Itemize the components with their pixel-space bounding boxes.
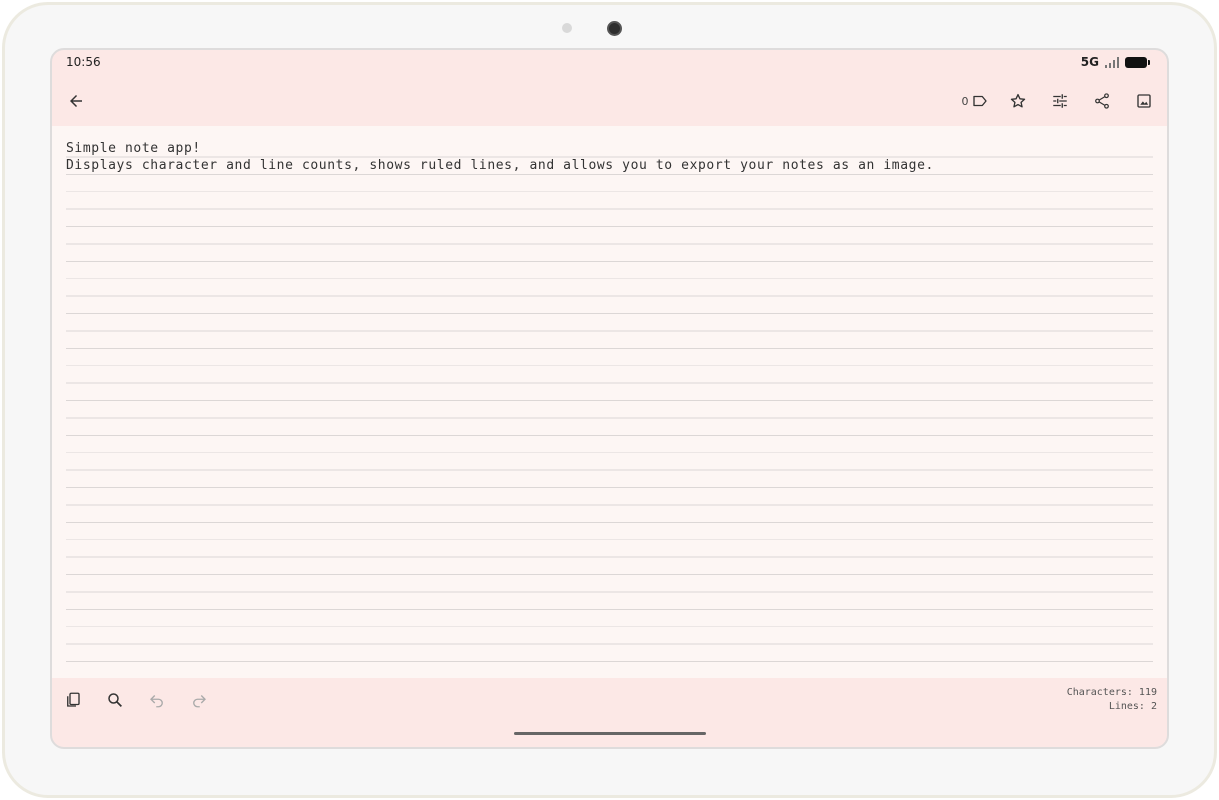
share-button[interactable]: [1088, 87, 1116, 115]
battery-icon: [1125, 56, 1150, 68]
app-screen: 10:56 5G 0 Simple note app! Displays cha…: [50, 48, 1169, 749]
ruled-lines: [66, 140, 1153, 676]
status-time: 10:56: [66, 55, 101, 69]
search-button[interactable]: [101, 686, 129, 714]
arrow-left-icon: [70, 95, 82, 107]
bottom-bar: Characters: 119 Lines: 2: [52, 678, 1167, 747]
front-camera: [607, 21, 622, 36]
settings-button[interactable]: [1046, 87, 1074, 115]
label-icon: [972, 95, 987, 107]
tag-count: 0: [961, 94, 969, 108]
network-type: 5G: [1080, 55, 1099, 69]
line-count: Lines: 2: [1108, 701, 1157, 712]
status-icons: 5G: [1080, 55, 1150, 69]
star-outline-icon: [1010, 93, 1026, 108]
ambient-sensor: [562, 23, 572, 33]
note-text[interactable]: Simple note app! Displays character and …: [66, 140, 1153, 175]
copy-icon: [67, 692, 80, 707]
note-editor[interactable]: Simple note app! Displays character and …: [52, 126, 1167, 678]
share-icon: [1095, 93, 1109, 109]
tune-icon: [1053, 94, 1067, 108]
favorite-button[interactable]: [1004, 87, 1032, 115]
undo-icon: [150, 695, 163, 708]
back-button[interactable]: [62, 87, 90, 115]
redo-icon: [193, 695, 206, 708]
home-indicator[interactable]: [514, 732, 706, 735]
signal-icon: [1105, 56, 1119, 68]
character-count: Characters: 119: [1066, 687, 1157, 698]
export-image-button[interactable]: [1130, 87, 1158, 115]
search-icon: [108, 693, 122, 707]
status-bar: 10:56 5G: [52, 50, 1167, 76]
note-stats: Characters: 119 Lines: 2: [1067, 686, 1157, 714]
image-icon: [1137, 94, 1151, 108]
top-app-bar: 0: [52, 76, 1167, 126]
copy-button[interactable]: [59, 686, 87, 714]
undo-button[interactable]: [143, 686, 171, 714]
redo-button[interactable]: [185, 686, 213, 714]
tags-button[interactable]: 0: [958, 87, 992, 115]
